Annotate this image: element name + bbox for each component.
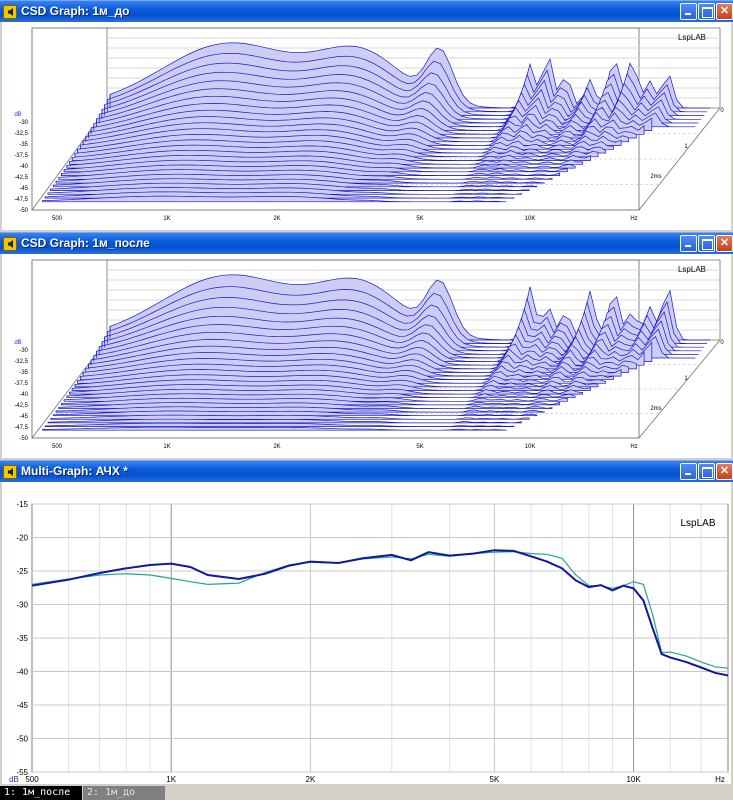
logo-text: LspLAB [680, 518, 715, 529]
tab-series-1[interactable]: 1: 1м_после [0, 786, 82, 800]
x-tick-label: 500 [52, 444, 63, 450]
y-tick-label: -32,5 [14, 359, 28, 365]
y-tick-label: -47,5 [14, 425, 28, 431]
close-button[interactable]: ✕ [716, 463, 733, 480]
app-icon [3, 465, 17, 479]
y-tick-label: -30 [16, 601, 28, 610]
csd-plot-area: -30 -32,5 -35 -37,5 -40 -42,5 -45 -47,5 -50 dB 500… [2, 254, 731, 458]
y-tick-label: -35 [19, 370, 28, 376]
csd-window-after: CSD Graph: 1м_после ✕ -30 -32,5 -35 -37,5 -4… [0, 232, 733, 460]
x-tick-label: 5K [416, 444, 423, 450]
minimize-button[interactable] [680, 463, 697, 480]
y-tick-label: -37,5 [14, 153, 28, 159]
y-tick-label: -30 [19, 120, 28, 126]
y-tick-label: -40 [19, 164, 28, 170]
titlebar[interactable]: Multi-Graph: АЧХ * ✕ [0, 460, 733, 482]
y-tick-label: -50 [19, 436, 28, 442]
maximize-button[interactable] [698, 235, 715, 252]
x-tick-label: Hz [715, 775, 725, 784]
x-tick-label: Hz [630, 444, 637, 450]
x-tick-label: 2K [273, 444, 280, 450]
y-tick-label: -42,5 [14, 175, 28, 181]
close-button[interactable]: ✕ [716, 3, 733, 20]
x-tick-label: 1K [166, 775, 176, 784]
titlebar[interactable]: CSD Graph: 1м_после ✕ [0, 232, 733, 254]
z-tick-label: 2ms [650, 406, 661, 412]
y-tick-label: -45 [19, 414, 28, 420]
x-tick-label: 2K [306, 775, 316, 784]
app-icon [3, 237, 17, 251]
titlebar[interactable]: CSD Graph: 1м_до ✕ [0, 0, 733, 22]
frequency-response-chart: 500 1K 2K 5K 10K Hz-15-20-25-30-35-40-45-50-5… [9, 500, 729, 784]
minimize-button[interactable] [680, 235, 697, 252]
maximize-button[interactable] [698, 463, 715, 480]
z-tick-label: 0 [720, 340, 724, 346]
x-tick-label: 2K [273, 216, 280, 222]
x-tick-label: 1K [163, 216, 170, 222]
minimize-button[interactable] [680, 3, 697, 20]
y-tick-label: -45 [16, 701, 28, 710]
y-tick-label: -50 [19, 208, 28, 214]
y-tick-label: -35 [16, 634, 28, 643]
y-tick-label: -30 [19, 348, 28, 354]
series-tab-bar: 1: 1м_после 2: 1м_до [0, 786, 733, 800]
y-axis-label: dB [14, 112, 21, 118]
y-tick-label: -42,5 [14, 403, 28, 409]
z-tick-label: 0 [720, 108, 724, 114]
csd-waterfall-chart: -30 -32,5 -35 -37,5 -40 -42,5 -45 -47,5 -50 dB 500… [14, 27, 724, 222]
x-tick-label: 5K [490, 775, 500, 784]
x-tick-label: Hz [630, 216, 637, 222]
y-tick-label: -47,5 [14, 197, 28, 203]
y-axis-label: dB [9, 775, 19, 784]
y-tick-label: -40 [16, 668, 28, 677]
x-tick-label: 5K [416, 216, 423, 222]
y-tick-label: -32,5 [14, 131, 28, 137]
y-tick-label: -20 [16, 534, 28, 543]
window-title: Multi-Graph: АЧХ * [21, 464, 128, 478]
y-tick-label: -50 [16, 735, 28, 744]
maximize-button[interactable] [698, 3, 715, 20]
y-tick-label: -35 [19, 142, 28, 148]
x-tick-label: 10K [525, 216, 536, 222]
y-axis-label: dB [14, 340, 21, 346]
x-tick-label: 10K [525, 444, 536, 450]
y-tick-label: -45 [19, 186, 28, 192]
window-title: CSD Graph: 1м_до [21, 4, 130, 18]
app-icon [3, 5, 17, 19]
z-tick-label: 2ms [650, 174, 661, 180]
y-tick-label: -25 [16, 567, 28, 576]
y-tick-label: -40 [19, 392, 28, 398]
csd-window-before: CSD Graph: 1м_до ✕ -30 -32,5 -35 -37,5 -40 -4… [0, 0, 733, 232]
logo-text: LspLAB [678, 265, 706, 274]
y-tick-label: -37,5 [14, 381, 28, 387]
logo-text: LspLAB [678, 33, 706, 42]
multigraph-window: Multi-Graph: АЧХ * ✕ 500 1K 2K 5K 10K Hz -15 -2… [0, 460, 733, 786]
x-tick-label: 1K [163, 444, 170, 450]
y-tick-label: -15 [16, 500, 28, 509]
csd-plot-area: -30 -32,5 -35 -37,5 -40 -42,5 -45 -47,5 -50 dB 500… [2, 22, 731, 230]
close-button[interactable]: ✕ [716, 235, 733, 252]
tab-series-2[interactable]: 2: 1м_до [83, 786, 165, 800]
frequency-response-area: 500 1K 2K 5K 10K Hz -15 -20 -25 -30 -35 -40 -45 -50 -5… [2, 482, 731, 784]
window-title: CSD Graph: 1м_после [21, 236, 150, 250]
csd-waterfall-chart: -30 -32,5 -35 -37,5 -40 -42,5 -45 -47,5 -50 dB 500… [14, 259, 724, 450]
x-tick-label: 10K [626, 775, 641, 784]
x-tick-label: 500 [52, 216, 63, 222]
